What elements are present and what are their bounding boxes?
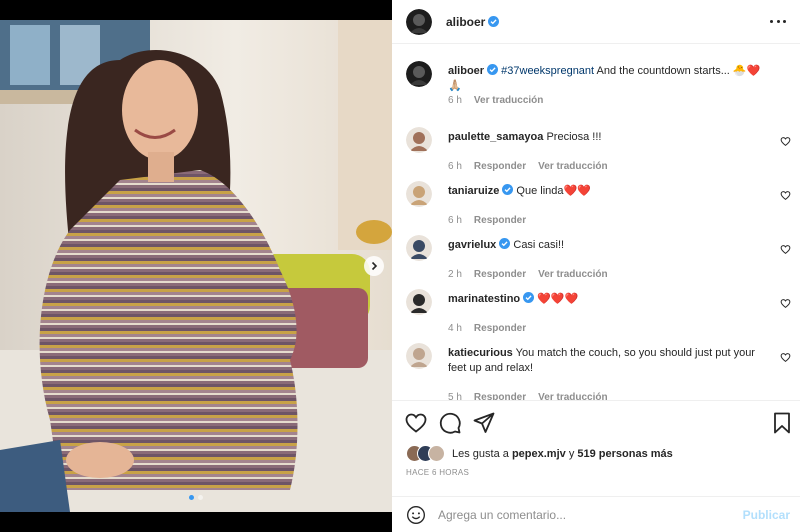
like-comment-heart-icon[interactable] [780,298,791,309]
verified-badge-icon [487,64,499,75]
see-translation-link[interactable]: Ver traducción [474,95,543,106]
comment-time[interactable]: 6 h [448,161,462,172]
carousel-dot-active [189,495,194,500]
comment-body: Que linda❤️❤️ [516,185,591,197]
comment-time[interactable]: 5 h [448,392,462,400]
comment-time[interactable]: 6 h [448,215,462,226]
emoji-icon[interactable] [406,505,426,525]
comment-text: katiecurious You match the couch, so you… [448,346,766,376]
post-panel: aliboer aliboer #37weekspregnant And the… [392,0,800,532]
caption-avatar[interactable] [406,61,432,87]
author-avatar[interactable] [406,9,432,35]
commenter-avatar[interactable] [406,127,432,153]
publish-comment-button[interactable]: Publicar [743,508,790,522]
reply-link[interactable]: Responder [474,161,526,172]
comment-icon[interactable] [438,411,462,435]
reply-link[interactable]: Responder [474,392,526,400]
see-translation-link[interactable]: Ver traducción [538,392,607,400]
likes-connector: y [568,448,575,460]
commenter-username[interactable]: marinatestino [448,293,520,305]
comment-body: Preciosa !!! [546,131,602,143]
next-slide-button[interactable] [364,256,384,276]
comment-meta: 6 h Responder [448,215,526,226]
add-comment-bar: Publicar [392,496,800,532]
like-comment-heart-icon[interactable] [780,352,791,363]
photo-illustration [0,20,392,512]
see-translation-link[interactable]: Ver traducción [538,161,607,172]
comment-meta: 6 h Responder Ver traducción [448,161,608,172]
likes-prefix: Les gusta a [452,448,509,460]
commenter-avatar[interactable] [406,181,432,207]
liker-avatar [428,445,445,462]
reply-link[interactable]: Responder [474,215,526,226]
commenter-avatar[interactable] [406,235,432,261]
verified-badge-icon [502,184,514,195]
commenter-username[interactable]: katiecurious [448,347,513,359]
comment-text: marinatestino ❤️❤️❤️ [448,292,766,307]
comment-body: Casi casi!! [513,239,565,251]
bookmark-icon[interactable] [770,411,794,435]
comment-time[interactable]: 2 h [448,269,462,280]
comment-input[interactable] [438,505,718,525]
post-header: aliboer [392,0,800,44]
likes-count-link[interactable]: 519 personas más [577,448,672,460]
heart-icon[interactable] [404,411,428,435]
more-horizontal-icon [770,19,773,23]
likes-summary[interactable]: Les gusta a pepex.mjv y 519 personas más [406,445,673,463]
hashtag-link[interactable]: #37weekspregnant [501,65,594,77]
caption-username[interactable]: aliboer [448,65,484,77]
post-actions: Les gusta a pepex.mjv y 519 personas más… [392,400,800,496]
liker-avatars [406,445,446,463]
commenter-avatar[interactable] [406,289,432,315]
share-icon[interactable] [472,411,496,435]
reply-link[interactable]: Responder [474,269,526,280]
caption-time[interactable]: 6 h [448,95,462,106]
verified-badge-icon [523,292,535,303]
like-comment-heart-icon[interactable] [780,244,791,255]
see-translation-link[interactable]: Ver traducción [538,269,607,280]
like-comment-heart-icon[interactable] [780,136,791,147]
caption-meta: 6 h Ver traducción [448,95,543,106]
comment-meta: 4 h Responder [448,323,526,334]
commenter-username[interactable]: paulette_samayoa [448,131,543,143]
carousel-indicator [0,495,392,500]
carousel-dot [198,495,203,500]
comment-text: paulette_samayoa Preciosa !!! [448,130,766,145]
comment-body: ❤️❤️❤️ [537,293,579,305]
comment-text: gavrielux Casi casi!! [448,238,766,253]
likes-user-link[interactable]: pepex.mjv [512,448,566,460]
comments-list[interactable]: aliboer #37weekspregnant And the countdo… [392,44,800,400]
commenter-username[interactable]: taniaruize [448,185,499,197]
post-timestamp[interactable]: HACE 6 HORAS [406,468,469,477]
reply-link[interactable]: Responder [474,323,526,334]
post-media [0,0,392,532]
commenter-username[interactable]: gavrielux [448,239,496,251]
commenter-avatar[interactable] [406,343,432,369]
verified-badge-icon [488,16,500,27]
comment-meta: 2 h Responder Ver traducción [448,269,608,280]
more-options-button[interactable] [770,14,786,28]
verified-badge-icon [499,238,511,249]
like-comment-heart-icon[interactable] [780,190,791,201]
post-photo[interactable] [0,20,392,512]
instagram-post-view: aliboer aliboer #37weekspregnant And the… [0,0,800,532]
caption-text: aliboer #37weekspregnant And the countdo… [448,64,766,94]
chevron-right-icon [371,261,378,271]
comment-time[interactable]: 4 h [448,323,462,334]
author-username[interactable]: aliboer [446,15,500,29]
comment-text: taniaruize Que linda❤️❤️ [448,184,766,199]
comment-meta: 5 h Responder Ver traducción [448,392,608,400]
